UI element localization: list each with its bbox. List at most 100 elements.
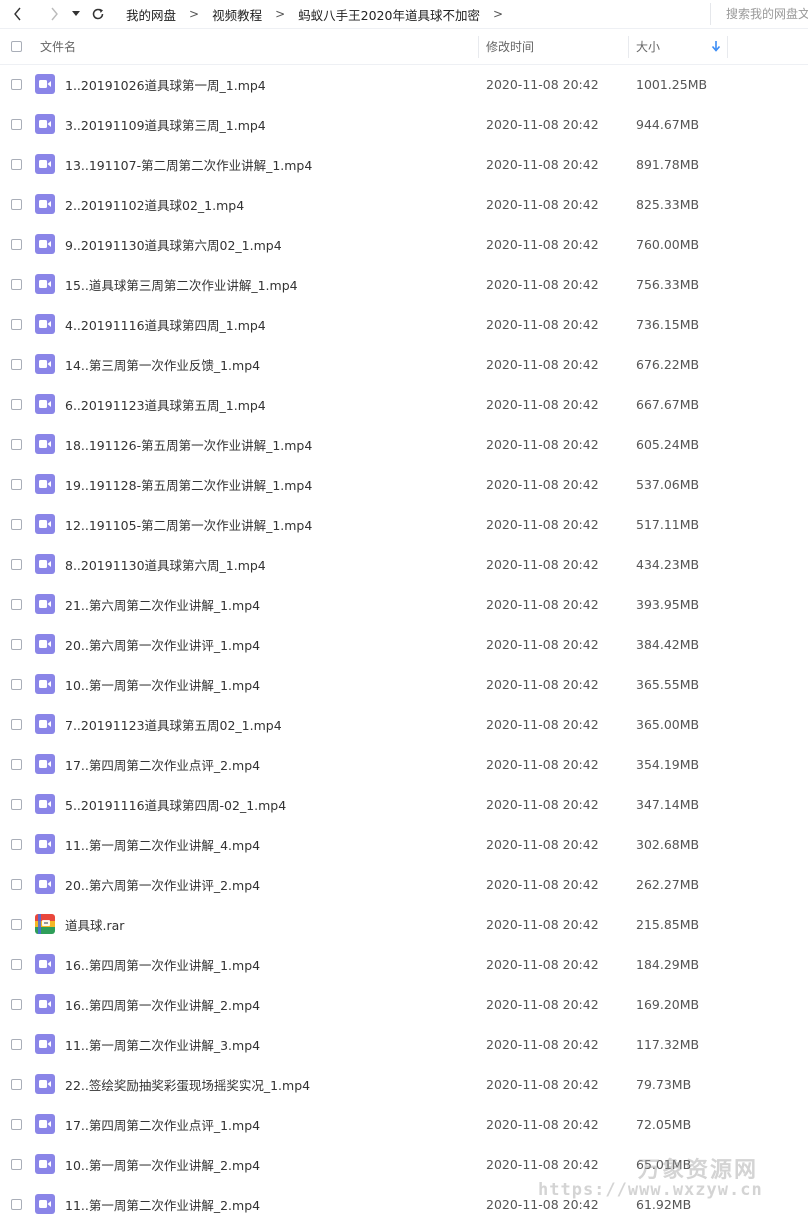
file-name[interactable]: 18..191126-第五周第一次作业讲解_1.mp4 <box>65 424 312 464</box>
row-checkbox[interactable] <box>11 1038 22 1050</box>
row-checkbox[interactable] <box>11 838 22 850</box>
row-checkbox[interactable] <box>11 1078 22 1090</box>
file-name[interactable]: 15..道具球第三周第二次作业讲解_1.mp4 <box>65 264 298 304</box>
row-checkbox[interactable] <box>11 1158 22 1170</box>
file-name[interactable]: 13..191107-第二周第二次作业讲解_1.mp4 <box>65 144 312 184</box>
column-divider[interactable] <box>727 36 728 58</box>
row-checkbox[interactable] <box>11 878 22 890</box>
file-name[interactable]: 10..第一周第一次作业讲解_2.mp4 <box>65 1144 260 1184</box>
table-row[interactable]: 13..191107-第二周第二次作业讲解_1.mp4 2020-11-08 20… <box>0 144 808 184</box>
file-name[interactable]: 7..20191123道具球第五周02_1.mp4 <box>65 704 282 744</box>
refresh-button[interactable] <box>86 2 110 26</box>
row-checkbox[interactable] <box>11 358 22 370</box>
table-row[interactable]: 11..第一周第二次作业讲解_3.mp4 2020-11-08 20:42 117.… <box>0 1024 808 1064</box>
row-checkbox[interactable] <box>11 558 22 570</box>
row-checkbox[interactable] <box>11 958 22 970</box>
file-name[interactable]: 12..191105-第二周第一次作业讲解_1.mp4 <box>65 504 312 544</box>
file-name[interactable]: 22..签绘奖励抽奖彩蛋现场摇奖实况_1.mp4 <box>65 1064 310 1104</box>
table-row[interactable]: 2..20191102道具球02_1.mp4 2020-11-08 20:42 82… <box>0 184 808 224</box>
row-checkbox[interactable] <box>11 278 22 290</box>
table-row[interactable]: 1..20191026道具球第一周_1.mp4 2020-11-08 20:42 1… <box>0 64 808 104</box>
search-input[interactable] <box>710 3 808 25</box>
row-checkbox[interactable] <box>11 598 22 610</box>
table-row[interactable]: 17..第四周第二次作业点评_1.mp4 2020-11-08 20:42 72.0… <box>0 1104 808 1144</box>
row-checkbox[interactable] <box>11 238 22 250</box>
file-name[interactable]: 17..第四周第二次作业点评_1.mp4 <box>65 1104 260 1144</box>
file-name[interactable]: 14..第三周第一次作业反馈_1.mp4 <box>65 344 260 384</box>
row-checkbox[interactable] <box>11 998 22 1010</box>
table-row[interactable]: 10..第一周第一次作业讲解_1.mp4 2020-11-08 20:42 365.… <box>0 664 808 704</box>
file-name[interactable]: 5..20191116道具球第四周-02_1.mp4 <box>65 784 286 824</box>
breadcrumb-item-my-drive[interactable]: 我的网盘 <box>126 5 176 24</box>
column-header-modified[interactable]: 修改时间 <box>486 28 534 64</box>
row-checkbox[interactable] <box>11 918 22 930</box>
row-checkbox[interactable] <box>11 638 22 650</box>
row-checkbox[interactable] <box>11 1118 22 1130</box>
file-name[interactable]: 11..第一周第二次作业讲解_3.mp4 <box>65 1024 260 1064</box>
table-row[interactable]: 7..20191123道具球第五周02_1.mp4 2020-11-08 20:4… <box>0 704 808 744</box>
table-row[interactable]: 9..20191130道具球第六周02_1.mp4 2020-11-08 20:4… <box>0 224 808 264</box>
file-name[interactable]: 10..第一周第一次作业讲解_1.mp4 <box>65 664 260 704</box>
file-name[interactable]: 4..20191116道具球第四周_1.mp4 <box>65 304 266 344</box>
table-row[interactable]: 3..20191109道具球第三周_1.mp4 2020-11-08 20:42 9… <box>0 104 808 144</box>
row-checkbox[interactable] <box>11 438 22 450</box>
table-row[interactable]: 21..第六周第二次作业讲解_1.mp4 2020-11-08 20:42 393.… <box>0 584 808 624</box>
column-header-name[interactable]: 文件名 <box>40 28 76 64</box>
table-row[interactable]: 16..第四周第一次作业讲解_1.mp4 2020-11-08 20:42 184.… <box>0 944 808 984</box>
file-name[interactable]: 8..20191130道具球第六周_1.mp4 <box>65 544 266 584</box>
table-row[interactable]: 16..第四周第一次作业讲解_2.mp4 2020-11-08 20:42 169.… <box>0 984 808 1024</box>
table-row[interactable]: 道具球.rar 2020-11-08 20:42 215.85MB <box>0 904 808 944</box>
file-name[interactable]: 11..第一周第二次作业讲解_2.mp4 <box>65 1184 260 1224</box>
sort-descending-icon[interactable] <box>711 41 721 52</box>
file-name[interactable]: 16..第四周第一次作业讲解_2.mp4 <box>65 984 260 1024</box>
row-checkbox[interactable] <box>11 118 22 130</box>
select-all-checkbox[interactable] <box>11 40 22 52</box>
file-name[interactable]: 2..20191102道具球02_1.mp4 <box>65 184 244 224</box>
table-row[interactable]: 17..第四周第二次作业点评_2.mp4 2020-11-08 20:42 354.… <box>0 744 808 784</box>
table-row[interactable]: 11..第一周第二次作业讲解_2.mp4 2020-11-08 20:42 61.9… <box>0 1184 808 1224</box>
file-name[interactable]: 21..第六周第二次作业讲解_1.mp4 <box>65 584 260 624</box>
table-row[interactable]: 15..道具球第三周第二次作业讲解_1.mp4 2020-11-08 20:42 7… <box>0 264 808 304</box>
table-row[interactable]: 5..20191116道具球第四周-02_1.mp4 2020-11-08 20:… <box>0 784 808 824</box>
table-row[interactable]: 6..20191123道具球第五周_1.mp4 2020-11-08 20:42 6… <box>0 384 808 424</box>
file-name[interactable]: 17..第四周第二次作业点评_2.mp4 <box>65 744 260 784</box>
table-row[interactable]: 22..签绘奖励抽奖彩蛋现场摇奖实况_1.mp4 2020-11-08 20:42… <box>0 1064 808 1104</box>
back-button[interactable] <box>6 2 30 26</box>
file-name[interactable]: 16..第四周第一次作业讲解_1.mp4 <box>65 944 260 984</box>
row-checkbox[interactable] <box>11 798 22 810</box>
file-name[interactable]: 3..20191109道具球第三周_1.mp4 <box>65 104 266 144</box>
row-checkbox[interactable] <box>11 758 22 770</box>
file-name[interactable]: 6..20191123道具球第五周_1.mp4 <box>65 384 266 424</box>
table-row[interactable]: 19..191128-第五周第二次作业讲解_1.mp4 2020-11-08 20… <box>0 464 808 504</box>
file-name[interactable]: 20..第六周第一次作业讲评_1.mp4 <box>65 624 260 664</box>
table-row[interactable]: 12..191105-第二周第一次作业讲解_1.mp4 2020-11-08 20… <box>0 504 808 544</box>
row-checkbox[interactable] <box>11 158 22 170</box>
table-row[interactable]: 20..第六周第一次作业讲评_1.mp4 2020-11-08 20:42 384.… <box>0 624 808 664</box>
file-name[interactable]: 11..第一周第二次作业讲解_4.mp4 <box>65 824 260 864</box>
table-row[interactable]: 4..20191116道具球第四周_1.mp4 2020-11-08 20:42 7… <box>0 304 808 344</box>
file-name[interactable]: 20..第六周第一次作业讲评_2.mp4 <box>65 864 260 904</box>
forward-button[interactable] <box>42 2 66 26</box>
file-name[interactable]: 道具球.rar <box>65 904 124 944</box>
table-row[interactable]: 18..191126-第五周第一次作业讲解_1.mp4 2020-11-08 20… <box>0 424 808 464</box>
table-row[interactable]: 10..第一周第一次作业讲解_2.mp4 2020-11-08 20:42 65.0… <box>0 1144 808 1184</box>
file-name[interactable]: 1..20191026道具球第一周_1.mp4 <box>65 64 266 104</box>
table-row[interactable]: 8..20191130道具球第六周_1.mp4 2020-11-08 20:42 4… <box>0 544 808 584</box>
row-checkbox[interactable] <box>11 478 22 490</box>
row-checkbox[interactable] <box>11 398 22 410</box>
table-row[interactable]: 20..第六周第一次作业讲评_2.mp4 2020-11-08 20:42 262.… <box>0 864 808 904</box>
breadcrumb-item-current-folder[interactable]: 蚂蚁八手王2020年道具球不加密 <box>298 5 480 24</box>
table-row[interactable]: 14..第三周第一次作业反馈_1.mp4 2020-11-08 20:42 676.… <box>0 344 808 384</box>
row-checkbox[interactable] <box>11 1198 22 1210</box>
file-name[interactable]: 19..191128-第五周第二次作业讲解_1.mp4 <box>65 464 312 504</box>
column-divider[interactable] <box>628 36 629 58</box>
row-checkbox[interactable] <box>11 678 22 690</box>
column-header-size[interactable]: 大小 <box>636 28 660 64</box>
table-row[interactable]: 11..第一周第二次作业讲解_4.mp4 2020-11-08 20:42 302.… <box>0 824 808 864</box>
row-checkbox[interactable] <box>11 318 22 330</box>
file-name[interactable]: 9..20191130道具球第六周02_1.mp4 <box>65 224 282 264</box>
row-checkbox[interactable] <box>11 718 22 730</box>
row-checkbox[interactable] <box>11 78 22 90</box>
row-checkbox[interactable] <box>11 198 22 210</box>
history-dropdown-button[interactable] <box>68 2 84 26</box>
